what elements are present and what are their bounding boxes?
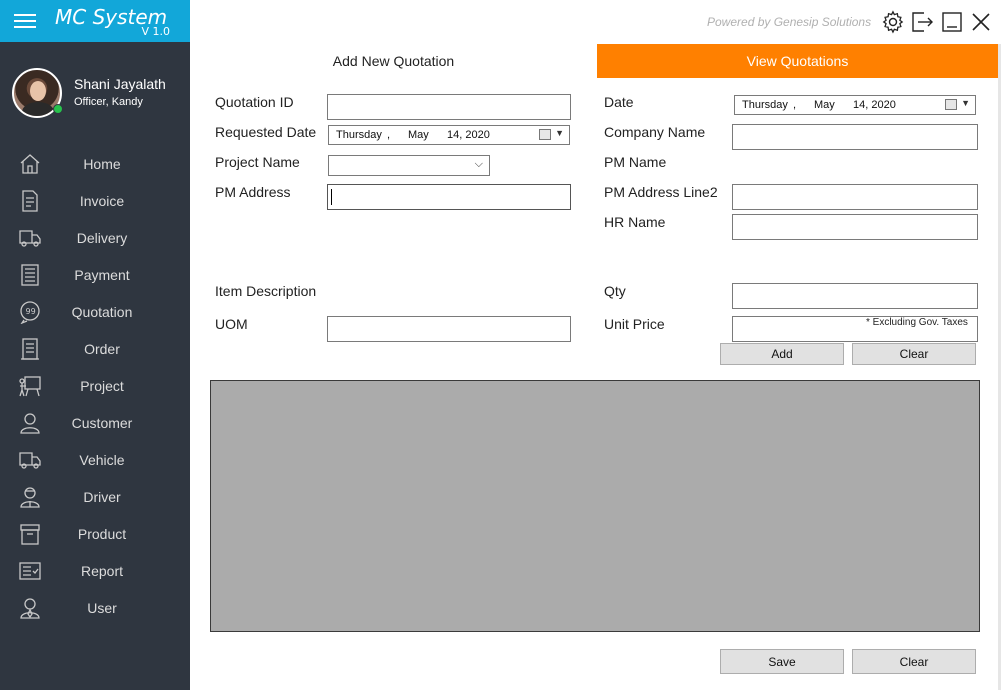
- vehicle-icon: [19, 452, 41, 469]
- calendar-icon[interactable]: [945, 99, 957, 110]
- text-cursor: [331, 189, 332, 205]
- tab-add-new-quotation[interactable]: Add New Quotation: [190, 44, 597, 78]
- requested-date-separator: ,: [387, 129, 391, 141]
- sidebar-item-home[interactable]: Home: [0, 146, 190, 183]
- sidebar-item-label: Order: [84, 341, 120, 357]
- sidebar-item-label: Quotation: [71, 304, 133, 320]
- item-description-label: Item Description: [215, 283, 317, 299]
- delivery-truck-icon: [19, 230, 41, 247]
- sidebar-item-customer[interactable]: Customer: [0, 405, 190, 442]
- sidebar-item-label: Payment: [74, 267, 130, 283]
- date-label: Date: [604, 94, 634, 110]
- requested-date-month: May: [408, 129, 429, 141]
- home-icon: [20, 154, 40, 174]
- qty-label: Qty: [604, 283, 626, 299]
- company-name-input[interactable]: [732, 124, 978, 150]
- product-icon: [20, 524, 40, 545]
- save-button[interactable]: Save: [720, 649, 844, 674]
- hr-name-label: HR Name: [604, 214, 666, 230]
- driver-icon: [20, 487, 40, 508]
- sidebar-item-quotation[interactable]: 99 Quotation: [0, 294, 190, 331]
- app-window: MC System V 1.0 Shani Jayalath Officer, …: [0, 0, 1001, 690]
- sidebar-item-label: Driver: [83, 489, 121, 505]
- payment-icon: [21, 264, 39, 286]
- invoice-icon: [22, 190, 38, 212]
- pm-address-input[interactable]: [327, 184, 571, 210]
- svg-text:99: 99: [26, 307, 36, 316]
- sidebar-item-product[interactable]: Product: [0, 516, 190, 553]
- sidebar-item-invoice[interactable]: Invoice: [0, 183, 190, 220]
- qty-input[interactable]: [732, 283, 978, 309]
- minimize-icon[interactable]: [940, 10, 964, 34]
- clear-form-button[interactable]: Clear: [852, 649, 976, 674]
- sidebar-item-payment[interactable]: Payment: [0, 257, 190, 294]
- gear-icon[interactable]: [881, 10, 905, 34]
- requested-date-label: Requested Date: [215, 124, 317, 140]
- items-data-grid[interactable]: [210, 380, 980, 632]
- sidebar-item-label: Customer: [71, 415, 133, 431]
- sidebar-item-label: Invoice: [79, 193, 125, 209]
- sidebar-item-label: User: [87, 600, 117, 616]
- customer-icon: [20, 413, 40, 434]
- sidebar-item-label: Delivery: [76, 230, 128, 246]
- sidebar-item-project[interactable]: Project: [0, 368, 190, 405]
- hr-name-input[interactable]: [732, 214, 978, 240]
- calendar-icon[interactable]: [539, 129, 551, 140]
- sidebar-item-driver[interactable]: Driver: [0, 479, 190, 516]
- quotation-id-label: Quotation ID: [215, 94, 294, 110]
- sidebar-item-label: Vehicle: [79, 452, 125, 468]
- pm-address-line2-input[interactable]: [732, 184, 978, 210]
- add-item-button[interactable]: Add: [720, 343, 844, 365]
- requested-date-day: Thursday: [336, 129, 382, 141]
- sidebar-item-delivery[interactable]: Delivery: [0, 220, 190, 257]
- logout-icon[interactable]: [910, 10, 934, 34]
- sidebar-nav: Home Invoice Delivery Payment 99 Quotati…: [0, 146, 190, 627]
- sidebar-item-label: Product: [77, 526, 127, 542]
- chevron-down-icon[interactable]: ▼: [961, 98, 970, 108]
- user-name: Shani Jayalath: [74, 76, 166, 92]
- uom-input[interactable]: [327, 316, 571, 342]
- uom-label: UOM: [215, 316, 248, 332]
- pm-address-line2-label: PM Address Line2: [604, 184, 718, 200]
- tax-note: * Excluding Gov. Taxes: [866, 317, 977, 331]
- project-icon: [19, 376, 41, 397]
- unit-price-label: Unit Price: [604, 316, 665, 332]
- hamburger-menu-icon[interactable]: [14, 14, 36, 28]
- project-name-label: Project Name: [215, 154, 300, 170]
- date-date: 14, 2020: [853, 99, 896, 111]
- clear-item-button[interactable]: Clear: [852, 343, 976, 365]
- pm-address-label: PM Address: [215, 184, 291, 200]
- user-icon: [20, 598, 40, 619]
- sidebar-item-order[interactable]: Order: [0, 331, 190, 368]
- powered-by-text: Powered by Genesip Solutions: [707, 15, 872, 29]
- user-role: Officer, Kandy: [74, 96, 143, 108]
- company-name-label: Company Name: [604, 124, 706, 140]
- sidebar-item-vehicle[interactable]: Vehicle: [0, 442, 190, 479]
- requested-date-date: 14, 2020: [447, 129, 490, 141]
- requested-date-picker[interactable]: Thursday , May 14, 2020 ▼: [328, 125, 570, 145]
- date-month: May: [814, 99, 835, 111]
- pm-name-label: PM Name: [604, 154, 667, 170]
- sidebar-item-label: Project: [80, 378, 124, 394]
- brand-bar: MC System V 1.0: [0, 0, 190, 42]
- online-status-icon: [53, 104, 63, 114]
- report-icon: [19, 562, 41, 580]
- date-separator: ,: [793, 99, 797, 111]
- close-icon[interactable]: [969, 10, 993, 34]
- date-day: Thursday: [742, 99, 788, 111]
- sidebar-item-label: Report: [80, 563, 124, 579]
- sidebar: MC System V 1.0 Shani Jayalath Officer, …: [0, 0, 190, 690]
- sidebar-item-user[interactable]: User: [0, 590, 190, 627]
- quotation-id-input[interactable]: [327, 94, 571, 120]
- sidebar-item-label: Home: [83, 156, 121, 172]
- app-version: V 1.0: [141, 25, 170, 38]
- chevron-down-icon[interactable]: ▼: [555, 128, 564, 138]
- project-name-select[interactable]: ⌵: [328, 155, 490, 176]
- order-icon: [21, 338, 39, 360]
- chevron-down-icon[interactable]: ⌵: [475, 158, 483, 171]
- quotation-icon: 99: [20, 301, 40, 324]
- tab-view-quotations[interactable]: View Quotations: [597, 44, 998, 78]
- date-picker[interactable]: Thursday , May 14, 2020 ▼: [734, 95, 976, 115]
- sidebar-item-report[interactable]: Report: [0, 553, 190, 590]
